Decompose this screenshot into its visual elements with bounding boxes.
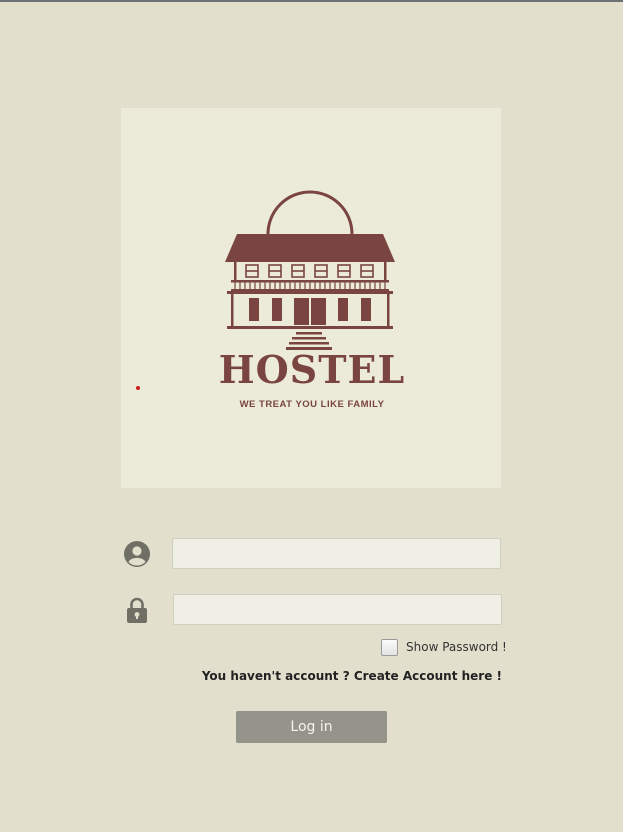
username-input[interactable]: [172, 538, 501, 569]
password-input[interactable]: [173, 594, 502, 625]
logo-panel: HOSTEL WE TREAT YOU LIKE FAMILY: [121, 108, 501, 488]
show-password-toggle[interactable]: Show Password !: [381, 637, 507, 657]
login-button[interactable]: Log in: [236, 711, 387, 743]
hostel-building-logo: [225, 190, 395, 350]
show-password-label: Show Password !: [406, 640, 507, 654]
red-dot-marker: [136, 386, 140, 390]
logo-tagline: WE TREAT YOU LIKE FAMILY: [239, 399, 385, 410]
user-icon: [124, 541, 150, 567]
lock-icon: [127, 597, 147, 623]
create-account-link[interactable]: You haven't account ? Create Account her…: [150, 669, 502, 683]
logo-title: HOSTEL: [218, 347, 406, 392]
window-top-border: [0, 0, 623, 2]
show-password-checkbox[interactable]: [381, 638, 398, 656]
